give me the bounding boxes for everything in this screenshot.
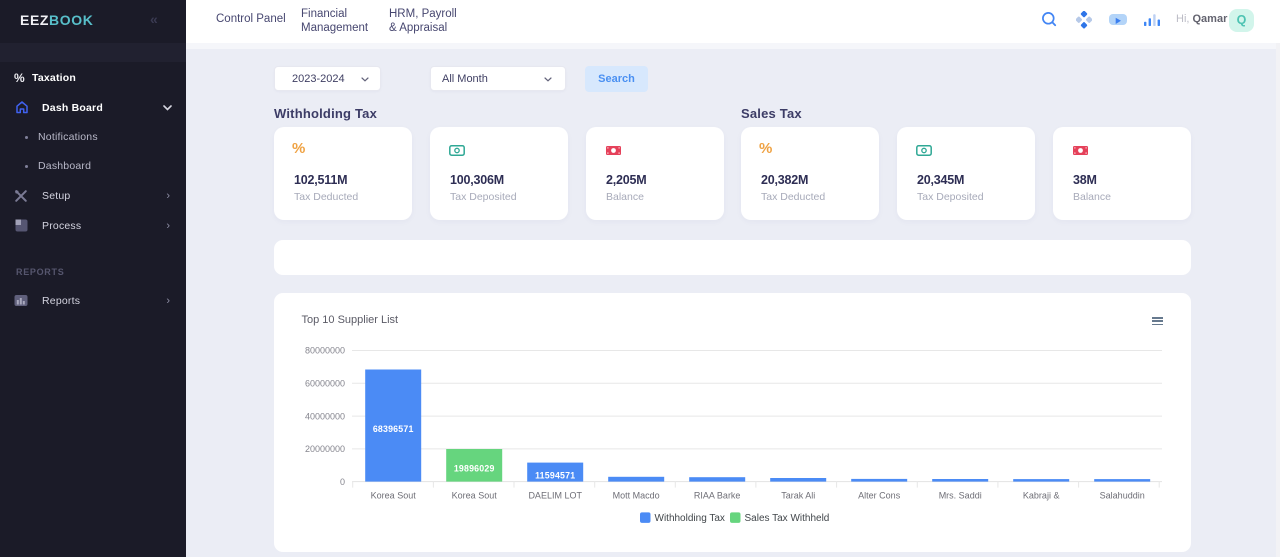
svg-text:60000000: 60000000	[305, 379, 345, 389]
svg-text:Korea Sout: Korea Sout	[452, 491, 498, 501]
svg-text:19896029: 19896029	[454, 464, 495, 474]
svg-text:0: 0	[340, 477, 345, 487]
svg-text:Withholding Tax: Withholding Tax	[655, 513, 725, 524]
svg-text:40000000: 40000000	[305, 411, 345, 421]
svg-text:DAELIM LOT: DAELIM LOT	[528, 491, 582, 501]
svg-text:11594571: 11594571	[535, 470, 575, 480]
svg-text:20000000: 20000000	[305, 444, 345, 454]
svg-text:Tarak Ali: Tarak Ali	[781, 491, 815, 501]
svg-text:RIAA Barke: RIAA Barke	[694, 491, 741, 501]
svg-text:Sales Tax Withheld: Sales Tax Withheld	[745, 513, 830, 524]
svg-text:80000000: 80000000	[305, 346, 345, 356]
svg-text:68396571: 68396571	[373, 424, 414, 434]
svg-text:Kabraji &: Kabraji &	[1023, 491, 1060, 501]
svg-text:Korea Sout: Korea Sout	[371, 491, 417, 501]
svg-text:Mrs. Saddi: Mrs. Saddi	[939, 491, 982, 501]
svg-text:Salahuddin: Salahuddin	[1100, 491, 1145, 501]
svg-text:Mott Macdo: Mott Macdo	[613, 491, 660, 501]
svg-text:Alter Cons: Alter Cons	[858, 491, 901, 501]
